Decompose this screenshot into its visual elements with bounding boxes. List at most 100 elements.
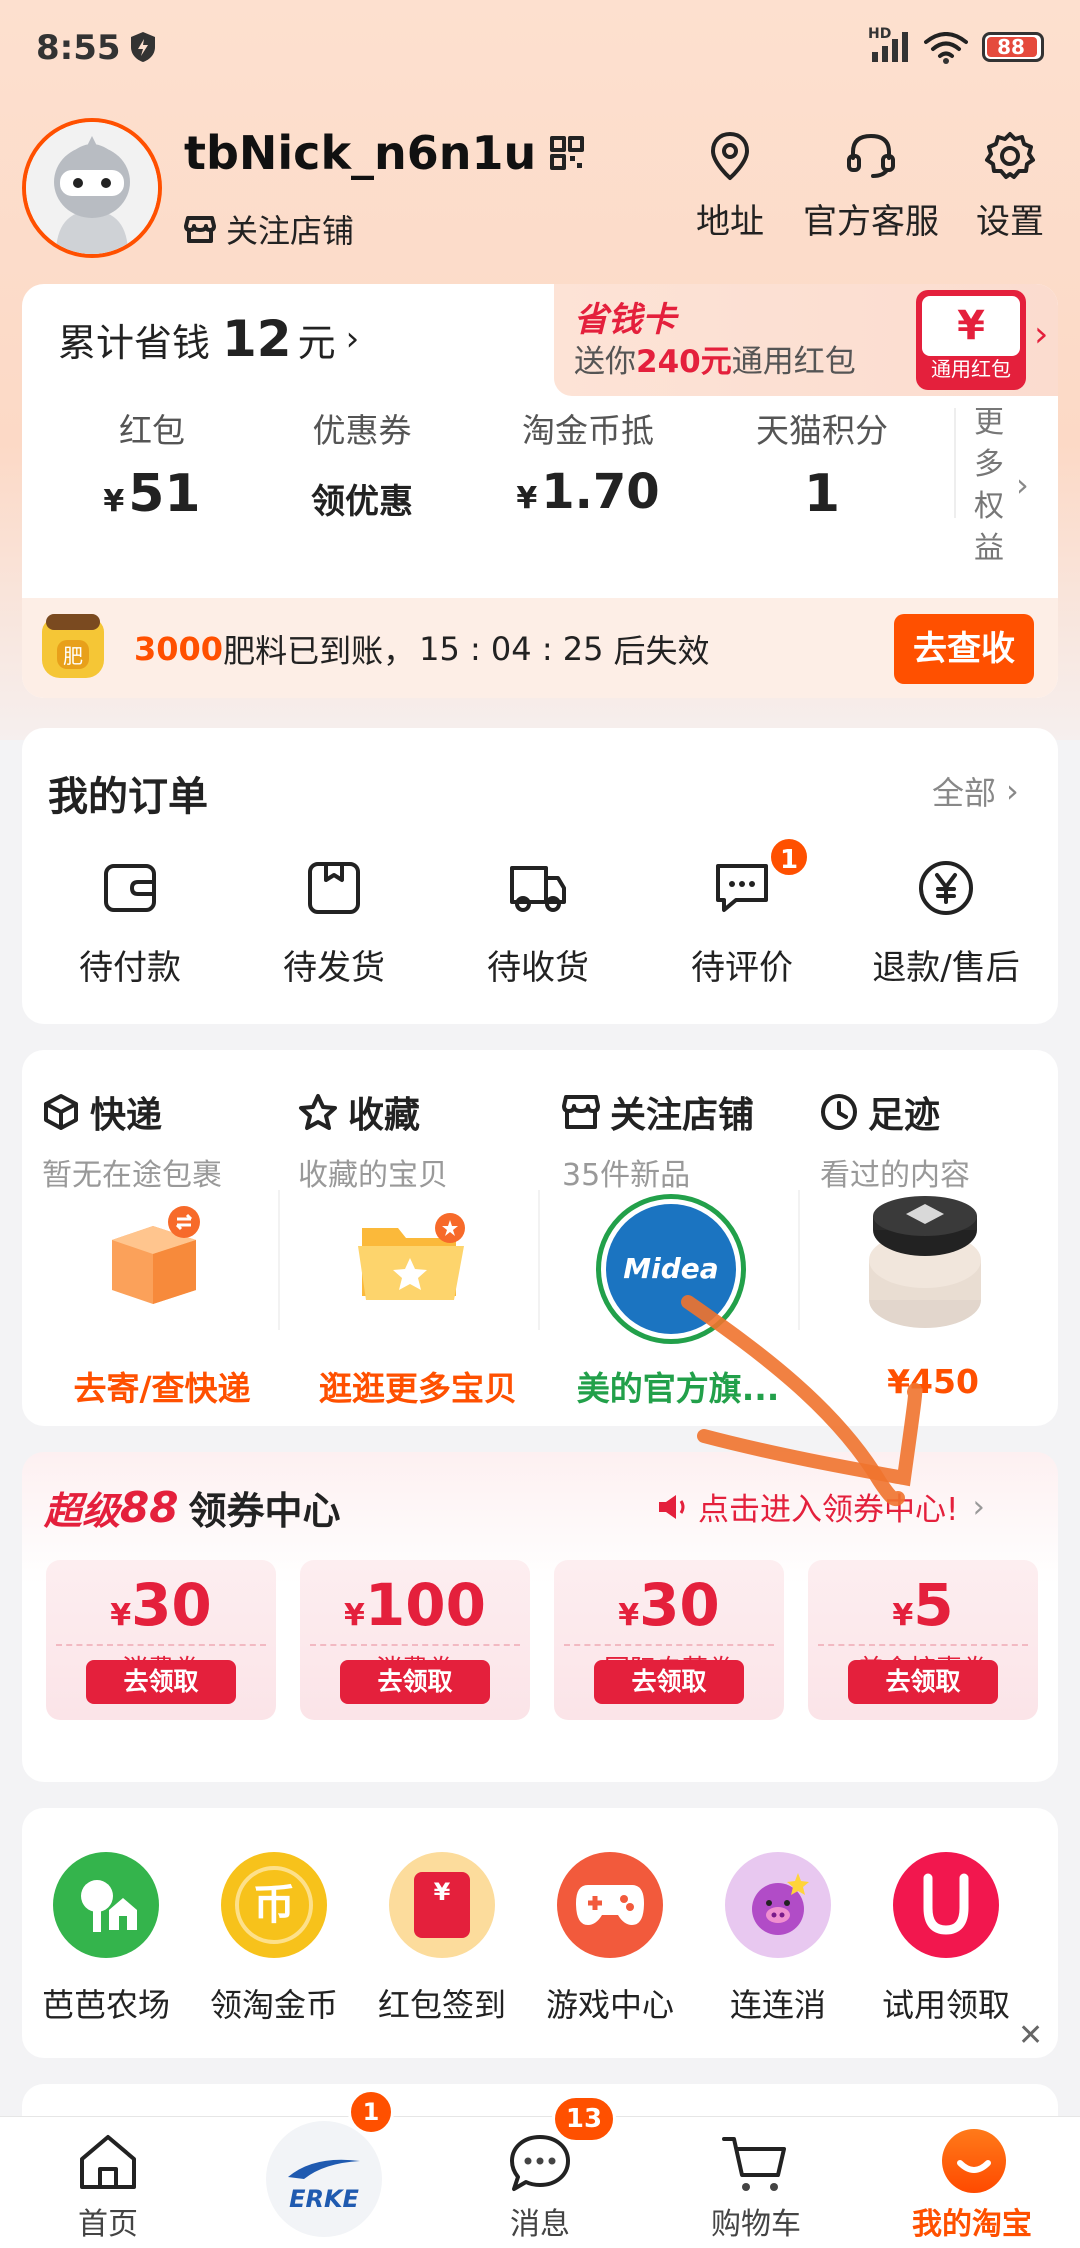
tab-erke-promo[interactable]: ERKE 1 <box>216 2089 432 2237</box>
cosmetic-compact-icon <box>869 1196 981 1328</box>
coupon-item[interactable]: ¥30 国际自营券 去领取 <box>554 1560 784 1720</box>
coupon-item[interactable]: ¥30 消费券 去领取 <box>46 1560 276 1720</box>
settings-button[interactable]: 设置 <box>970 130 1050 243</box>
qr-code-icon[interactable] <box>550 136 585 170</box>
gamepad-icon <box>557 1852 663 1958</box>
headset-icon <box>847 134 895 178</box>
tools-card: 芭芭农场 币 领淘金币 ¥ 红包签到 游戏中心 连连消 试用领取 <box>22 1808 1058 2058</box>
tool-trial-claim[interactable]: 试用领取 <box>862 1852 1030 2026</box>
cart-icon <box>722 2137 786 2191</box>
star-icon <box>299 1094 337 1130</box>
more-rights-link[interactable]: 更多权益 <box>974 402 1010 570</box>
shortcuts-card: 快递 暂无在途包裹 收藏 收藏的宝贝 关注店铺 35件新品 足迹 看过的内容 M… <box>22 1050 1058 1426</box>
review-badge: 1 <box>768 836 810 878</box>
my-taobao-icon <box>942 2129 1006 2193</box>
claim-coupon-button[interactable]: 去领取 <box>594 1660 744 1704</box>
clock-icon <box>821 1094 857 1130</box>
shop-icon <box>562 1095 600 1129</box>
close-icon[interactable]: ✕ <box>1018 2018 1043 2053</box>
fertilizer-bag-icon: 肥 <box>42 614 104 678</box>
follow-shops-link[interactable]: 关注店铺 <box>184 206 354 252</box>
order-pending-shipment[interactable]: 待发货 <box>234 858 434 989</box>
tool-lianlianxiao[interactable]: 连连消 <box>694 1852 862 2026</box>
order-status-row: 待付款 待发货 待收货 1 待评价 退款/售后 <box>22 836 1058 998</box>
money-saving-card-promo[interactable]: 省钱卡 送你 240元 通用红包 ¥ 通用红包 › <box>554 284 1058 396</box>
order-pending-payment[interactable]: 待付款 <box>30 858 230 989</box>
status-bar: 8:55 HD 88 <box>0 0 1080 96</box>
coupon-center-title: 超级 88 领券中心 <box>44 1483 341 1533</box>
messages-badge: 13 <box>552 2095 616 2143</box>
gold-coin-icon: 币 <box>221 1852 327 1958</box>
delivery-truck-icon <box>510 866 566 912</box>
signal-icon <box>872 32 908 62</box>
ninja-avatar-icon <box>26 122 158 254</box>
wallet-icon <box>104 864 156 912</box>
shield-icon <box>131 32 155 62</box>
customer-service-button[interactable]: 官方客服 <box>796 130 946 243</box>
red-envelope-badge: ¥ 通用红包 <box>916 290 1026 390</box>
shortcut-favorites[interactable]: 收藏 收藏的宝贝 <box>298 1086 538 1194</box>
all-orders-link[interactable]: 全部 › <box>932 768 1019 814</box>
comment-bubble-icon <box>716 864 768 912</box>
red-envelope-icon: ¥ <box>389 1852 495 1958</box>
chevron-right-icon: › <box>345 319 360 359</box>
orders-title: 我的订单 <box>48 774 208 820</box>
divider <box>278 1190 280 1330</box>
tab-my-taobao[interactable]: 我的淘宝 <box>864 2117 1080 2242</box>
favorites-action-link[interactable]: 逛逛更多宝贝 <box>298 1362 538 1410</box>
tool-red-envelope-checkin[interactable]: ¥ 红包签到 <box>358 1852 526 2026</box>
address-button[interactable]: 地址 <box>690 130 770 243</box>
shortcut-followed-shops[interactable]: 关注店铺 35件新品 <box>562 1086 802 1194</box>
express-action-link[interactable]: 去寄/查快递 <box>42 1362 282 1410</box>
farm-tree-icon <box>53 1852 159 1958</box>
avatar[interactable] <box>22 118 162 258</box>
order-pending-receipt[interactable]: 待收货 <box>438 858 638 989</box>
battery-level: 88 <box>997 35 1025 59</box>
home-icon <box>80 2135 136 2189</box>
gear-icon <box>985 132 1035 179</box>
package-box-icon <box>308 862 360 914</box>
shop-action-link[interactable]: 美的官方旗... <box>558 1362 798 1410</box>
claim-coupon-button[interactable]: 去领取 <box>340 1660 490 1704</box>
asset-tmall-points[interactable]: 天猫积分 1 <box>712 404 932 524</box>
coupon-list: ¥30 消费券 去领取 ¥100 消费券 去领取 ¥30 国际自营券 去领取 ¥… <box>46 1560 1046 1724</box>
tab-messages[interactable]: 13 消息 <box>432 2095 648 2242</box>
savings-card: 累计省钱 12 元 › 省钱卡 送你 240元 通用红包 ¥ 通用红包 › 红包… <box>22 284 1058 698</box>
shortcut-footprints[interactable]: 足迹 看过的内容 <box>820 1086 1050 1194</box>
divider <box>798 1190 800 1330</box>
coupon-center-link[interactable]: 点击进入领券中心! › <box>656 1484 985 1529</box>
divider <box>954 408 956 518</box>
asset-red-packet[interactable]: 红包 ¥51 <box>52 404 252 524</box>
tool-baba-farm[interactable]: 芭芭农场 <box>22 1852 190 2026</box>
coupon-center-card: 超级 88 领券中心 点击进入领券中心! › ¥30 消费券 去领取 ¥100 … <box>22 1452 1058 1782</box>
check-fertilizer-button[interactable]: 去查收 <box>894 614 1034 684</box>
asset-coupons[interactable]: 优惠券 领优惠 <box>262 404 462 523</box>
tab-home[interactable]: 首页 <box>0 2117 216 2242</box>
coupon-item[interactable]: ¥5 美食惊喜券 去领取 <box>808 1560 1038 1720</box>
asset-taojinbi[interactable]: 淘金币抵 ¥1.70 <box>478 404 698 520</box>
total-savings[interactable]: 累计省钱 12 元 › <box>58 310 359 368</box>
tool-taojinbi[interactable]: 币 领淘金币 <box>190 1852 358 2026</box>
tab-cart[interactable]: 购物车 <box>648 2117 864 2242</box>
order-refund-aftersale[interactable]: 退款/售后 <box>846 858 1046 989</box>
countdown-timer: 15 : 04 : 25 <box>419 630 604 668</box>
erke-brand-icon: ERKE <box>266 2121 382 2237</box>
divider <box>538 1190 540 1330</box>
order-pending-review[interactable]: 1 待评价 <box>642 836 842 989</box>
coupon-item[interactable]: ¥100 消费券 去领取 <box>300 1560 530 1720</box>
chevron-right-icon: › <box>972 1488 985 1525</box>
battery-icon: 88 <box>982 32 1044 62</box>
bottom-tab-bar: 首页 ERKE 1 13 消息 购物车 我的淘宝 <box>0 2089 1080 2248</box>
tool-game-center[interactable]: 游戏中心 <box>526 1852 694 2026</box>
erke-badge: 1 <box>348 2089 394 2135</box>
claim-coupon-button[interactable]: 去领取 <box>86 1660 236 1704</box>
shortcut-express[interactable]: 快递 暂无在途包裹 <box>42 1086 282 1194</box>
username-row[interactable]: tbNick_n6n1u <box>184 126 585 180</box>
cube-icon <box>44 1094 78 1130</box>
wifi-icon <box>924 32 968 64</box>
shop-icon <box>184 216 216 243</box>
parcel-box-icon <box>112 1206 200 1304</box>
username: tbNick_n6n1u <box>184 126 537 180</box>
claim-coupon-button[interactable]: 去领取 <box>848 1660 998 1704</box>
footprint-price[interactable]: ¥450 <box>818 1362 1048 1401</box>
